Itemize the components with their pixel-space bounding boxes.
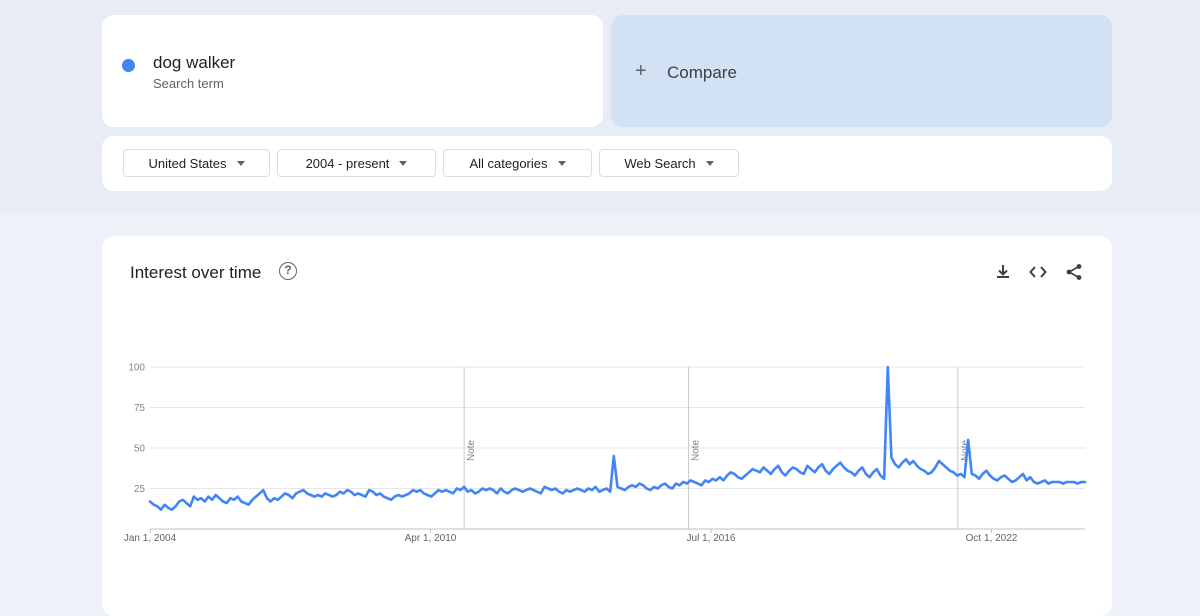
x-tick-label: Oct 1, 2022 bbox=[966, 533, 1018, 544]
caret-down-icon bbox=[236, 160, 245, 166]
region-filter-dropdown[interactable]: United States bbox=[123, 149, 270, 177]
y-tick-label: 25 bbox=[134, 484, 146, 495]
category-filter-dropdown[interactable]: All categories bbox=[443, 149, 592, 177]
plus-icon: + bbox=[635, 60, 647, 82]
x-tick-label: Apr 1, 2010 bbox=[405, 533, 457, 544]
time-range-filter-label: 2004 - present bbox=[305, 155, 390, 171]
interest-over-time-panel: Interest over time ? 25 50 75 100 Note Note No… bbox=[102, 236, 1112, 616]
note-label: Note bbox=[691, 439, 702, 461]
caret-down-icon bbox=[557, 160, 566, 166]
search-type-filter-dropdown[interactable]: Web Search bbox=[599, 149, 739, 177]
region-filter-label: United States bbox=[148, 155, 227, 171]
caret-down-icon bbox=[399, 160, 408, 166]
filters-bar: United States 2004 - present All categor… bbox=[102, 136, 1112, 191]
y-tick-label: 100 bbox=[128, 363, 145, 374]
y-tick-label: 75 bbox=[134, 403, 146, 414]
time-range-filter-dropdown[interactable]: 2004 - present bbox=[277, 149, 436, 177]
category-filter-label: All categories bbox=[469, 155, 548, 171]
search-term-subtitle: Search term bbox=[153, 76, 224, 91]
term-color-dot bbox=[122, 59, 135, 72]
x-tick-label: Jan 1, 2004 bbox=[124, 533, 177, 544]
caret-down-icon bbox=[705, 160, 714, 166]
interest-line-chart: 255075100Note Note NoteJan 1, 2004 Apr 1, 2… bbox=[124, 363, 1087, 544]
x-tick-label: Jul 1, 2016 bbox=[687, 533, 736, 544]
search-type-filter-label: Web Search bbox=[624, 155, 696, 171]
compare-label: Compare bbox=[667, 63, 737, 82]
y-tick-label: 50 bbox=[134, 444, 146, 455]
search-term-name[interactable]: dog walker bbox=[153, 53, 235, 73]
note-label: Note bbox=[466, 439, 477, 461]
search-term-card[interactable]: dog walker Search term bbox=[102, 15, 603, 127]
compare-button[interactable]: + Compare bbox=[611, 15, 1112, 127]
